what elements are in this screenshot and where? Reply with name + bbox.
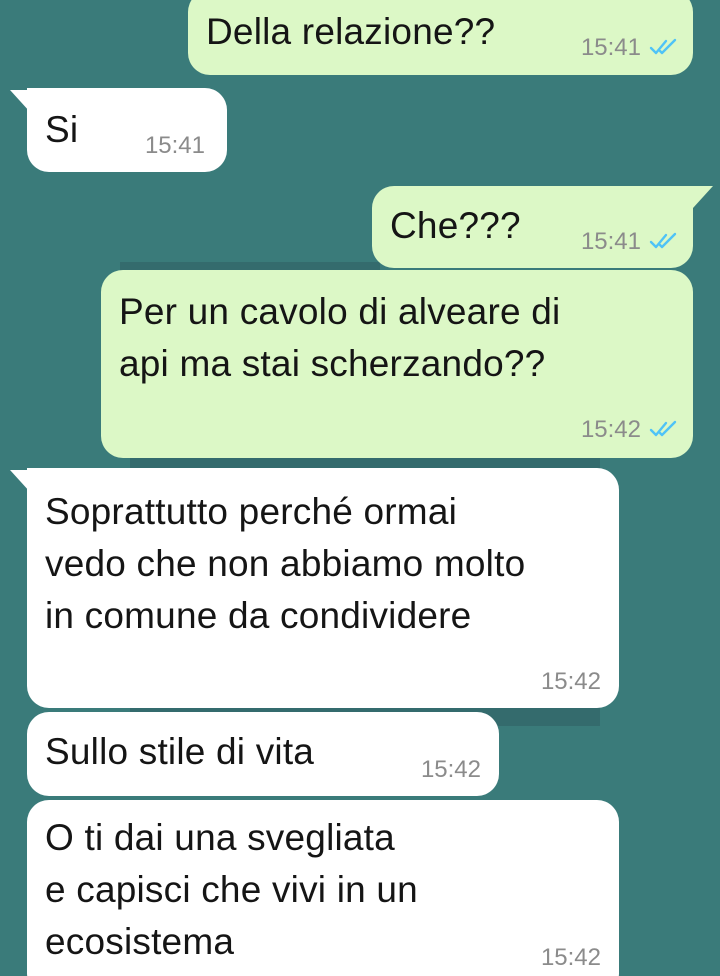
message-text: Si [45, 109, 79, 150]
message-text: Che??? [390, 205, 521, 246]
message-time: 15:41 [580, 34, 641, 61]
message-timestamp: 15:42 [581, 416, 679, 444]
message-time: 15:42 [580, 416, 641, 443]
bubble-tail [693, 186, 713, 208]
message-text-line: O ti dai una svegliata [45, 817, 395, 858]
double-check-read-icon [649, 420, 677, 437]
message-bubble-outgoing[interactable]: Della relazione?? 15:41 [188, 0, 693, 75]
message-timestamp: 15:41 [581, 228, 679, 256]
message-text-line: e capisci che vivi in un [45, 869, 418, 910]
message-time: 15:42 [540, 944, 601, 971]
double-check-read-icon [649, 38, 677, 55]
message-timestamp: 15:41 [145, 132, 205, 160]
message-time: 15:42 [420, 756, 481, 783]
double-check-read-icon [649, 232, 677, 249]
message-timestamp: 15:41 [581, 34, 679, 62]
message-bubble-incoming[interactable]: Sullo stile di vita 15:42 [27, 712, 499, 796]
message-bubble-incoming[interactable]: O ti dai una svegliata e capisci che viv… [27, 800, 619, 976]
message-text-line: in comune da condividere [45, 595, 472, 636]
message-bubble-incoming[interactable]: Soprattutto perché ormai vedo che non ab… [27, 468, 619, 708]
message-text-line: Per un cavolo di alveare di [119, 291, 561, 332]
message-bubble-incoming[interactable]: Si 15:41 [27, 88, 227, 172]
message-timestamp: 15:42 [541, 668, 601, 696]
message-time: 15:41 [144, 132, 205, 159]
message-time: 15:41 [580, 228, 641, 255]
message-text: Sullo stile di vita [45, 731, 315, 772]
message-text-line: Soprattutto perché ormai [45, 491, 458, 532]
message-text-line: api ma stai scherzando?? [119, 343, 546, 384]
message-timestamp: 15:42 [421, 756, 481, 784]
message-time: 15:42 [540, 668, 601, 695]
message-bubble-outgoing[interactable]: Che??? 15:41 [372, 186, 693, 268]
message-bubble-outgoing[interactable]: Per un cavolo di alveare di api ma stai … [101, 270, 693, 458]
message-text-line: ecosistema [45, 921, 235, 962]
message-timestamp: 15:42 [541, 944, 601, 972]
message-text-line: vedo che non abbiamo molto [45, 543, 526, 584]
message-text: Della relazione?? [206, 11, 496, 52]
